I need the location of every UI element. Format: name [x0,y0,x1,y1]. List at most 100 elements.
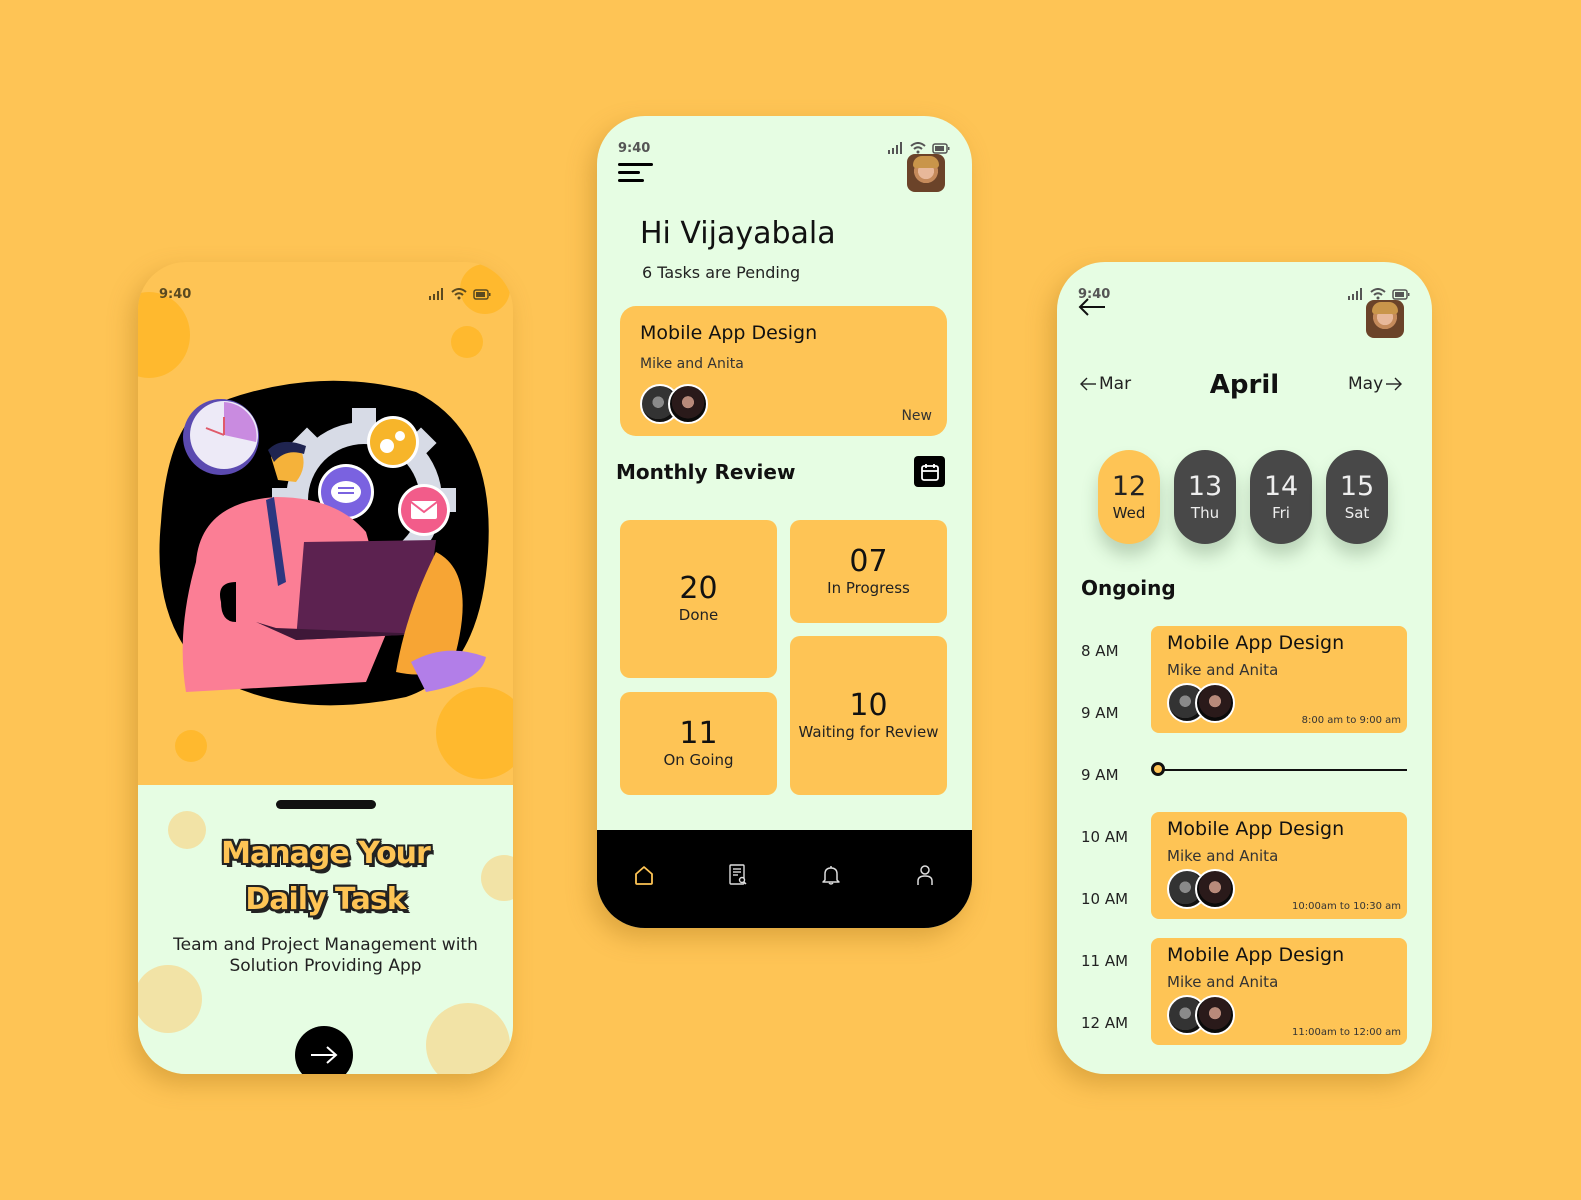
event-title: Mobile App Design [1167,944,1345,966]
avatar-anita [1195,683,1235,723]
event-title: Mobile App Design [1167,818,1345,840]
event-time-range: 11:00am to 12:00 am [1292,1027,1401,1038]
hero-illustration [159,380,489,706]
hero-headline: Manage Your Daily Task [138,831,513,923]
nav-home[interactable] [624,860,664,890]
home-screen: 9:40 Hi Vijayabala 6 Tasks are Pending M… [597,116,972,928]
avatar-anita [1195,995,1235,1035]
next-month-button[interactable]: May [1348,374,1403,394]
decor-circle [175,730,207,762]
menu-button[interactable] [618,163,654,183]
time-label: 9 AM [1081,704,1119,722]
signal-icon [1348,288,1362,300]
stat-value: 10 [849,687,888,723]
decor-circle [138,292,190,378]
calendar-screen: 9:40 Mar April May 12 Wed 13 Thu 14 Fri … [1057,262,1432,1074]
hamburger-icon [618,163,653,166]
stat-done[interactable]: 20 Done [620,520,777,678]
member-avatars [1167,683,1235,723]
mail-bubble-icon [398,484,450,536]
event-title: Mobile App Design [1167,632,1345,654]
decor-circle [426,1003,510,1074]
stat-label: On Going [663,750,734,769]
time-label: 11 AM [1081,952,1129,970]
task-title: Mobile App Design [640,322,818,344]
time-label: 8 AM [1081,642,1119,660]
greeting-title: Hi Vijayabala [640,216,836,251]
current-time-line [1157,769,1407,771]
member-avatars [1167,995,1235,1035]
member-avatars [640,384,708,424]
day-weekday: Sat [1344,504,1370,522]
day-number: 13 [1187,471,1223,502]
hero-subtitle: Team and Project Management with Solutio… [148,935,503,977]
day-number: 14 [1263,471,1299,502]
arrow-right-icon [311,1046,338,1064]
signal-icon [429,288,443,300]
event-members: Mike and Anita [1167,973,1279,991]
featured-task-card[interactable]: Mobile App Design Mike and Anita New [620,306,947,436]
calendar-button[interactable] [914,456,945,487]
nav-profile[interactable] [905,860,945,890]
event-card[interactable]: Mobile App Design Mike and Anita 11:00am… [1151,938,1407,1045]
status-bar: 9:40 [138,284,513,304]
monthly-review-title: Monthly Review [616,460,796,484]
day-chip-selected[interactable]: 12 Wed [1098,450,1160,544]
profile-avatar[interactable] [1366,300,1404,338]
next-button[interactable] [295,1026,353,1074]
stat-in-progress[interactable]: 07 In Progress [790,520,947,623]
battery-icon [932,142,950,154]
day-number: 15 [1339,471,1375,502]
event-time-range: 10:00am to 10:30 am [1292,901,1401,912]
sheet-handle[interactable] [275,800,376,809]
day-number: 12 [1111,471,1147,502]
avatar-anita [1195,869,1235,909]
day-chip[interactable]: 13 Thu [1174,450,1236,544]
time-label: 10 AM [1081,890,1129,908]
onboarding-panel: Manage Your Daily Task Team and Project … [138,785,513,1074]
day-chip[interactable]: 15 Sat [1326,450,1388,544]
stat-on-going[interactable]: 11 On Going [620,692,777,795]
battery-icon [473,288,491,300]
wifi-icon [1370,288,1386,300]
day-weekday: Fri [1272,504,1290,522]
wifi-icon [910,142,926,154]
event-card[interactable]: Mobile App Design Mike and Anita 8:00 am… [1151,626,1407,733]
time-label: 9 AM [1081,766,1119,784]
time-label: 10 AM [1081,828,1129,846]
document-search-icon [728,864,747,885]
bottom-nav [597,830,972,928]
event-card[interactable]: Mobile App Design Mike and Anita 10:00am… [1151,812,1407,919]
signal-icon [888,142,902,154]
onboarding-screen: 9:40 Manage Your Daily Task Team and Pro… [138,262,513,1074]
calendar-icon [920,463,939,481]
day-chip[interactable]: 14 Fri [1250,450,1312,544]
event-time-range: 8:00 am to 9:00 am [1301,715,1401,726]
time-label: 12 AM [1081,1014,1129,1032]
nav-notifications[interactable] [811,860,851,890]
ongoing-title: Ongoing [1081,576,1176,600]
task-status-badge: New [901,408,932,424]
status-time: 9:40 [159,286,192,302]
stat-label: In Progress [827,578,910,597]
nav-tasks[interactable] [718,860,758,890]
stat-waiting-review[interactable]: 10 Waiting for Review [790,636,947,795]
hero-headline-line1: Manage Your [221,836,431,871]
stat-value: 20 [679,571,718,606]
settings-bubble-icon [367,416,419,468]
hero-headline-line2: Daily Task [245,882,406,917]
day-weekday: Thu [1190,504,1220,522]
next-month-label: May [1348,374,1384,394]
status-time: 9:40 [618,140,651,156]
stat-label: Done [678,606,719,624]
decor-circle [451,326,483,358]
stat-value: 07 [849,543,888,579]
status-time: 9:40 [1078,286,1111,302]
stat-label: Waiting for Review [798,722,939,741]
profile-avatar[interactable] [907,154,945,192]
stat-value: 11 [679,715,718,751]
event-members: Mike and Anita [1167,661,1279,679]
home-icon [634,866,653,885]
battery-icon [1392,288,1410,300]
status-bar: 9:40 [597,138,972,158]
